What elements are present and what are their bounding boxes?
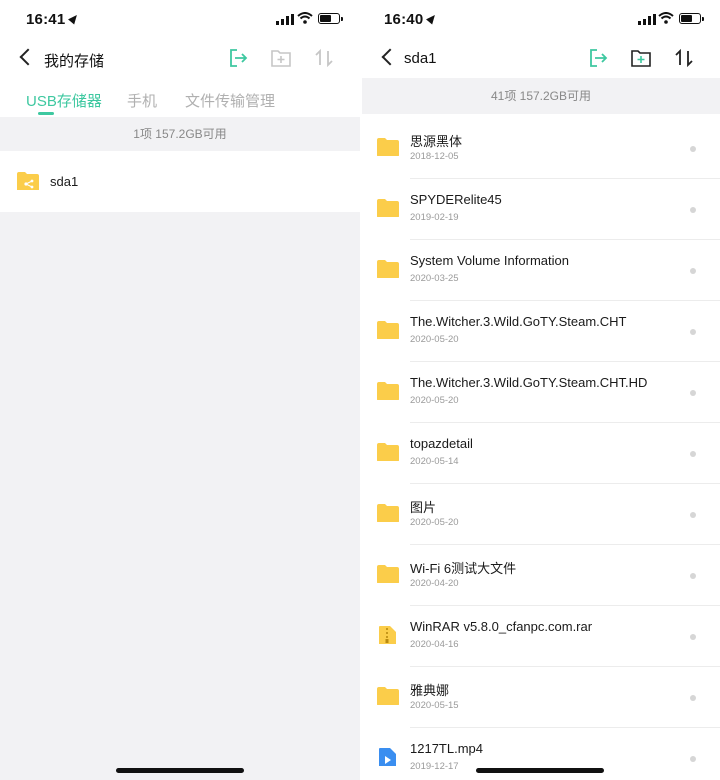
item-date: 2020-05-14 xyxy=(410,456,459,467)
item-date: 2020-03-25 xyxy=(410,273,459,284)
item-date: 2020-05-15 xyxy=(410,700,459,711)
video-file-icon xyxy=(379,748,396,766)
select-radio[interactable] xyxy=(690,756,696,762)
storage-summary: 1项 157.2GB可用 xyxy=(0,117,360,151)
item-name: Wi-Fi 6测试大文件 xyxy=(410,561,517,576)
item-name: 雅典娜 xyxy=(410,683,450,698)
item-name: 图片 xyxy=(410,500,437,515)
folder-icon xyxy=(377,382,399,400)
sort-icon[interactable] xyxy=(314,48,334,68)
list-item[interactable]: The.Witcher.3.Wild.GoTY.Steam.CHT 2020-05… xyxy=(362,301,720,362)
wifi-icon xyxy=(658,12,674,24)
select-radio[interactable] xyxy=(690,268,696,274)
item-date: 2019-12-17 xyxy=(410,761,459,772)
select-radio[interactable] xyxy=(690,512,696,518)
select-radio[interactable] xyxy=(690,146,696,152)
folder-icon xyxy=(377,260,399,278)
left-screen: 16:41 我的存储 USB存储器 手机 文件传输管理 1项 157.2GB可用… xyxy=(0,0,360,780)
item-name: The.Witcher.3.Wild.GoTY.Steam.CHT.HD xyxy=(410,375,648,390)
item-name: topazdetail xyxy=(410,436,473,451)
folder-icon xyxy=(377,565,399,583)
folder-icon xyxy=(377,321,399,339)
battery-icon xyxy=(679,13,704,24)
item-name: SPYDERelite45 xyxy=(410,192,502,207)
exit-icon[interactable] xyxy=(588,48,608,68)
select-radio[interactable] xyxy=(690,329,696,335)
nav-bar: sda1 xyxy=(362,40,720,78)
archive-file-icon xyxy=(379,626,396,644)
list-item[interactable]: 思源黑体 2018-12-05 xyxy=(362,118,720,179)
page-title: 我的存储 xyxy=(44,53,105,70)
select-radio[interactable] xyxy=(690,634,696,640)
battery-icon xyxy=(318,13,343,24)
tab-phone[interactable]: 手机 xyxy=(127,90,157,111)
new-folder-icon[interactable] xyxy=(630,48,652,68)
nav-bar: 我的存储 xyxy=(0,40,360,78)
item-name: 1217TL.mp4 xyxy=(410,741,483,756)
list-item[interactable]: System Volume Information 2020-03-25 xyxy=(362,240,720,301)
new-folder-icon[interactable] xyxy=(270,48,292,68)
list-item[interactable]: SPYDERelite45 2019-02-19 xyxy=(362,179,720,240)
folder-icon xyxy=(377,443,399,461)
wifi-icon xyxy=(297,12,313,24)
item-date: 2020-05-20 xyxy=(410,517,459,528)
list-item[interactable]: topazdetail 2020-05-14 xyxy=(362,423,720,484)
location-arrow-icon xyxy=(426,12,439,25)
empty-area xyxy=(0,212,360,780)
select-radio[interactable] xyxy=(690,573,696,579)
item-name: sda1 xyxy=(50,174,79,189)
folder-icon xyxy=(377,687,399,705)
list-item[interactable]: WinRAR v5.8.0_cfanpc.com.rar 2020-04-16 xyxy=(362,606,720,667)
list-item[interactable]: Wi-Fi 6测试大文件 2020-04-20 xyxy=(362,545,720,606)
back-chevron-icon[interactable] xyxy=(19,48,37,66)
list-item[interactable]: The.Witcher.3.Wild.GoTY.Steam.CHT.HD 2020… xyxy=(362,362,720,423)
select-radio[interactable] xyxy=(690,695,696,701)
page-title: sda1 xyxy=(404,50,437,67)
location-arrow-icon xyxy=(68,12,81,25)
item-date: 2020-05-20 xyxy=(410,334,459,345)
item-name: 思源黑体 xyxy=(410,134,463,149)
status-time: 16:41 xyxy=(26,11,81,28)
item-name: The.Witcher.3.Wild.GoTY.Steam.CHT xyxy=(410,314,627,329)
item-date: 2018-12-05 xyxy=(410,151,459,162)
status-bar: 16:40 xyxy=(362,0,720,40)
item-date: 2020-04-16 xyxy=(410,639,459,650)
item-date: 2020-05-20 xyxy=(410,395,459,406)
tab-usb-storage[interactable]: USB存储器 xyxy=(26,90,102,111)
exit-icon[interactable] xyxy=(228,48,248,68)
select-radio[interactable] xyxy=(690,207,696,213)
status-time: 16:40 xyxy=(384,11,439,28)
back-chevron-icon[interactable] xyxy=(381,48,399,66)
home-indicator[interactable] xyxy=(116,768,244,773)
tab-file-transfer[interactable]: 文件传输管理 xyxy=(185,90,275,111)
storage-tabs: USB存储器 手机 文件传输管理 xyxy=(0,86,360,118)
cellular-signal-icon xyxy=(638,14,656,25)
item-date: 2019-02-19 xyxy=(410,212,459,223)
active-tab-indicator xyxy=(38,112,54,115)
list-item[interactable]: sda1 xyxy=(0,152,360,212)
item-name: System Volume Information xyxy=(410,253,569,268)
cellular-signal-icon xyxy=(276,14,294,25)
folder-icon xyxy=(377,504,399,522)
folder-icon xyxy=(377,138,399,156)
select-radio[interactable] xyxy=(690,451,696,457)
item-date: 2020-04-20 xyxy=(410,578,459,589)
sort-icon[interactable] xyxy=(674,48,694,68)
status-bar: 16:41 xyxy=(0,0,360,40)
select-radio[interactable] xyxy=(690,390,696,396)
item-name: WinRAR v5.8.0_cfanpc.com.rar xyxy=(410,619,593,634)
folder-summary: 41项 157.2GB可用 xyxy=(362,78,720,114)
folder-icon xyxy=(377,199,399,217)
right-screen: 16:40 sda1 41项 157.2GB可用 思源黑体 2018-12-05 S… xyxy=(362,0,720,780)
list-item[interactable]: 图片 2020-05-20 xyxy=(362,484,720,545)
list-item[interactable]: 雅典娜 2020-05-15 xyxy=(362,667,720,728)
usb-folder-icon xyxy=(17,172,39,190)
home-indicator[interactable] xyxy=(476,768,604,773)
